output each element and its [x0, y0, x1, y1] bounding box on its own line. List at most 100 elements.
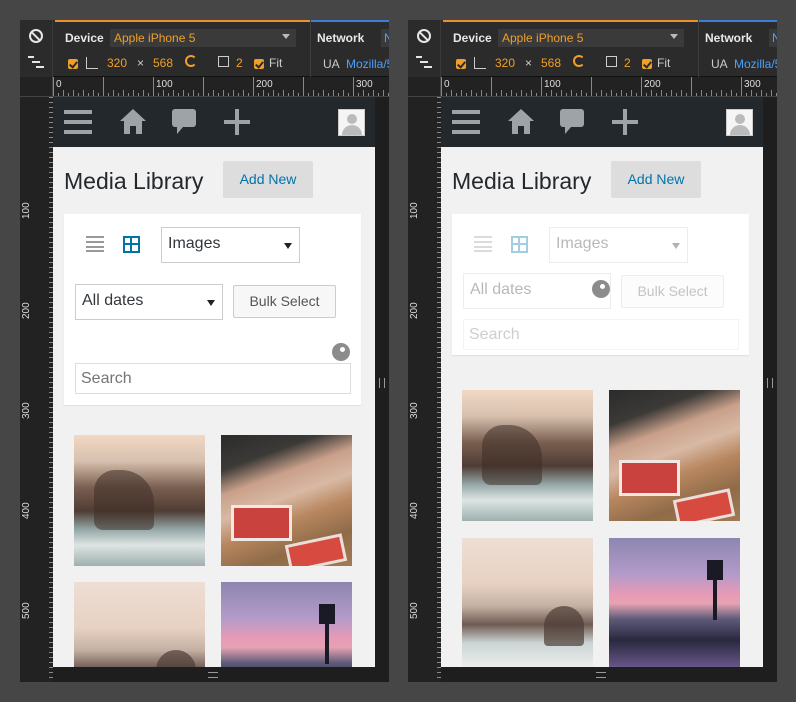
fit-checkbox[interactable]	[642, 59, 652, 69]
ruler-tick	[501, 90, 502, 96]
grid-view-icon[interactable]	[123, 236, 140, 253]
menu-icon[interactable]	[64, 109, 92, 135]
media-type-select[interactable]: Images	[549, 227, 688, 263]
ruler-left-label: 200	[409, 302, 420, 319]
avatar[interactable]	[726, 109, 753, 136]
menu-icon[interactable]	[452, 109, 480, 135]
home-icon[interactable]	[120, 109, 146, 135]
disable-emulation-icon[interactable]	[417, 29, 431, 43]
resolution-checkbox[interactable]	[68, 59, 78, 69]
list-view-icon[interactable]	[86, 236, 104, 252]
ruler-tick	[656, 93, 657, 96]
attachment-hands-stamping[interactable]	[221, 435, 352, 566]
ruler-tick	[551, 90, 552, 96]
ruler-tick	[83, 90, 84, 96]
media-query-icon[interactable]	[28, 56, 44, 68]
network-select[interactable]: N	[769, 29, 777, 47]
device-select-value: Apple iPhone 5	[502, 31, 584, 45]
ruler-tick	[606, 93, 607, 96]
date-select[interactable]: All dates	[463, 273, 611, 309]
ruler-tick	[756, 93, 757, 96]
ruler-tick	[173, 90, 174, 96]
grid-view-icon[interactable]	[511, 236, 528, 253]
ruler-top-label: 100	[544, 79, 561, 90]
bulk-select-button[interactable]: Bulk Select	[233, 285, 336, 318]
ruler-tick	[761, 90, 762, 96]
spinner-icon	[592, 280, 610, 298]
attachment-hands-stamping[interactable]	[609, 390, 740, 521]
add-new-button[interactable]: Add New	[223, 161, 313, 198]
rotate-icon[interactable]	[185, 55, 197, 67]
date-select[interactable]: All dates	[75, 284, 223, 320]
ruler-tick	[611, 90, 612, 96]
ruler-tick	[686, 93, 687, 96]
plus-icon[interactable]	[612, 109, 638, 135]
ruler-tick	[278, 93, 279, 96]
network-select[interactable]: N	[381, 29, 389, 47]
ruler-tick	[701, 90, 702, 96]
search-input[interactable]	[75, 363, 351, 394]
ruler-left-label: 500	[409, 602, 420, 619]
pixel-ratio-input[interactable]: 2	[236, 56, 243, 70]
add-new-button[interactable]: Add New	[611, 161, 701, 198]
ua-label: UA	[711, 57, 728, 71]
rotate-icon[interactable]	[573, 55, 585, 67]
disable-emulation-icon[interactable]	[29, 29, 43, 43]
device-select[interactable]: Apple iPhone 5	[498, 29, 684, 47]
devtools-toolbar: Device Apple iPhone 5 320 × 568 2 Fit Ne…	[408, 20, 777, 77]
ruler-tick	[721, 90, 722, 96]
width-input[interactable]: 320	[107, 56, 127, 70]
resize-handle-right[interactable]	[763, 97, 777, 667]
admin-bar	[53, 97, 375, 147]
width-input[interactable]: 320	[495, 56, 515, 70]
ruler-left-label: 500	[21, 602, 32, 619]
media-type-select[interactable]: Images	[161, 227, 300, 263]
height-input[interactable]: 568	[153, 56, 173, 70]
fit-checkbox[interactable]	[254, 59, 264, 69]
resize-handle-bottom[interactable]	[596, 672, 606, 678]
ruler-tick	[208, 93, 209, 96]
ruler-tick	[68, 93, 69, 96]
device-select[interactable]: Apple iPhone 5	[110, 29, 296, 47]
list-view-icon[interactable]	[474, 236, 492, 252]
ruler-tick	[636, 93, 637, 96]
devtools-icon-column	[20, 20, 53, 77]
ua-value[interactable]: Mozilla/5	[346, 57, 389, 71]
ruler-top-label: 0	[56, 79, 62, 90]
media-query-icon[interactable]	[416, 56, 432, 68]
pixel-ratio-input[interactable]: 2	[624, 56, 631, 70]
avatar[interactable]	[338, 109, 365, 136]
bulk-select-button[interactable]: Bulk Select	[621, 275, 724, 308]
devtools-icon-column	[408, 20, 441, 77]
height-input[interactable]: 568	[541, 56, 561, 70]
ruler-tick	[671, 90, 672, 96]
ruler-tick	[441, 77, 442, 96]
comments-icon[interactable]	[172, 109, 196, 135]
ruler-tick	[363, 90, 364, 96]
ruler-tick	[471, 90, 472, 96]
home-icon[interactable]	[508, 109, 534, 135]
resolution-checkbox[interactable]	[456, 59, 466, 69]
ruler-tick	[263, 90, 264, 96]
ruler-tick	[193, 90, 194, 96]
resize-handle-right[interactable]	[375, 97, 389, 667]
device-panel: Device Apple iPhone 5 320 × 568 2 Fit	[55, 20, 310, 77]
ruler-tick	[496, 93, 497, 96]
ruler-tick	[766, 93, 767, 96]
attachment-coastal-rocks-2[interactable]	[462, 538, 593, 667]
resize-handle-bottom[interactable]	[208, 672, 218, 678]
ruler-left-label: 100	[21, 202, 32, 219]
times-sign: ×	[525, 56, 533, 70]
ruler-tick	[596, 93, 597, 96]
attachment-coastal-rocks[interactable]	[74, 435, 205, 566]
ruler-tick	[328, 93, 329, 96]
plus-icon[interactable]	[224, 109, 250, 135]
search-input[interactable]	[463, 319, 739, 350]
ua-value[interactable]: Mozilla/5	[734, 57, 777, 71]
attachment-coastal-rocks[interactable]	[462, 390, 593, 521]
attachment-coastal-rocks-2[interactable]	[74, 582, 205, 667]
comments-icon[interactable]	[560, 109, 584, 135]
attachment-pier-tower[interactable]	[221, 582, 352, 667]
media-type-value: Images	[168, 235, 221, 252]
attachment-pier-tower[interactable]	[609, 538, 740, 667]
